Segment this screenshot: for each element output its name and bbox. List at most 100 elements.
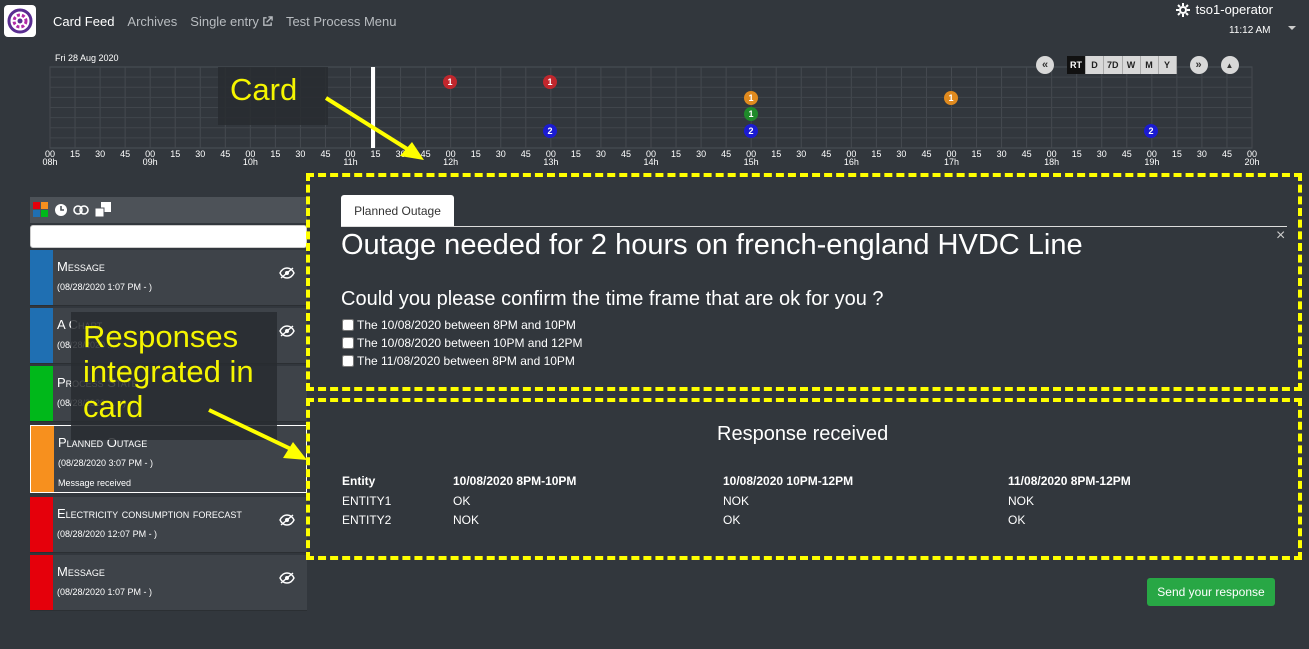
timeline-bubble[interactable]: 2 [543,124,557,138]
timeline-bubble[interactable]: 2 [744,124,758,138]
zoom-m[interactable]: M [1140,56,1159,74]
timeline-tick-label: 00 08h [39,150,61,167]
timeline-tick-label: 30 [195,149,206,159]
severity-stripe [30,366,53,421]
hide-card-icon[interactable] [279,571,295,589]
table-cell: OK [723,513,741,527]
timeline-tick-label: 45 [520,149,531,159]
hide-card-icon[interactable] [279,324,295,342]
table-cell: ENTITY2 [342,513,392,527]
timeline-tick-label: 00 16h [840,150,862,167]
timeline-tick-label: 15 [671,149,682,159]
timeline-tick-label: 15 [270,149,281,159]
tick-hour: 16h [843,157,859,167]
timeline-bubble[interactable]: 1 [744,91,758,105]
timeline-tick-label: 45 [120,149,131,159]
card-item-date: (08/28/2020 1:07 PM - ) [57,282,153,292]
send-response-button[interactable]: Send your response [1147,578,1275,606]
timeline-controls: « RT D 7D W M Y » ▲ [1036,56,1239,74]
timeline-bubble[interactable]: 1 [944,91,958,105]
timeline-tick-label: 30 [495,149,506,159]
timeline-bubble[interactable]: 1 [443,75,457,89]
timeline-tick-label: 30 [696,149,707,159]
tick-hour: 20h [1244,157,1260,167]
timeline-bubble[interactable]: 1 [744,107,758,121]
tick-hour: 13h [543,157,559,167]
option-checkbox[interactable] [342,319,354,331]
annotation-arrow-icon [208,408,307,460]
zoom-w[interactable]: W [1122,56,1141,74]
timeline-tick-label: 00 13h [540,150,562,167]
hide-card-icon[interactable] [279,266,295,284]
timeline-tick-label: 30 [1096,149,1107,159]
timeline-tick-label: 30 [996,149,1007,159]
timeline-axis: 00 08h 15 30 45 00 09h 15 30 45 00 10h 15 30 45 00 11h 15… [0,150,1309,170]
timeline-tick-label: 45 [220,149,231,159]
tab-planned-outage[interactable]: Planned Outage [341,195,454,227]
card-item-status: Message received [58,478,132,488]
option-item[interactable]: The 10/08/2020 between 10PM and 12PM [342,336,583,350]
option-checkbox[interactable] [342,337,354,349]
tab-divider [341,226,1287,227]
collapse-up-icon[interactable]: ▲ [1220,56,1239,74]
severity-stripe [31,426,54,492]
table-cell: OK [453,494,471,508]
zoom-rt[interactable]: RT [1067,56,1086,74]
card-item-date: (08/28/2020 1:07 PM - ) [57,587,153,597]
zoom-y[interactable]: Y [1158,56,1177,74]
table-cell: 10/08/2020 8PM-10PM [453,474,577,488]
table-cell: 11/08/2020 8PM-12PM [1008,474,1131,488]
tick-hour: 08h [42,157,58,167]
timeline-tick-label: 30 [1196,149,1207,159]
zoom-d[interactable]: D [1086,56,1104,74]
tick-hour: 17h [943,157,960,167]
card-item-date: (08/28/2020 12:07 PM - ) [57,529,158,539]
timeline-tick-label: 15 [470,149,481,159]
rewind-icon[interactable]: « [1036,56,1054,74]
hide-card-icon[interactable] [279,513,295,531]
timeline-tick-label: 15 [871,149,882,159]
timeline-tick-label: 15 [70,149,81,159]
card-item-title: Message [57,259,105,274]
card-item-date: (08/28/2020 3:07 PM - ) [58,458,154,468]
timeline-tick-label: 45 [1121,149,1132,159]
toggle-icon[interactable] [73,203,89,217]
timeline-tick-label: 15 [771,149,782,159]
timeline-tick-label: 45 [620,149,631,159]
card-item[interactable]: Message (08/28/2020 1:07 PM - ) [30,250,307,306]
timeline-tick-label: 00 20h [1241,150,1263,167]
sort-icon[interactable] [94,202,112,218]
tick-hour: 12h [443,157,459,167]
timeline-tick-label: 30 [796,149,807,159]
timeline-tick-label: 00 12h [440,150,462,167]
card-item[interactable]: Electricity consumption forecast (08/28/2… [30,497,307,553]
close-icon[interactable]: × [1276,227,1285,245]
option-item[interactable]: The 11/08/2020 between 8PM and 10PM [342,354,575,368]
search-input[interactable] [30,225,307,248]
tick-hour: 19h [1144,157,1160,167]
table-cell: 10/08/2020 10PM-12PM [723,474,854,488]
timeline-tick-label: 00 09h [139,150,161,167]
timeline-grid [49,66,1253,149]
card-question: Could you please confirm the time frame … [341,288,884,310]
timeline-bubble[interactable]: 2 [1144,124,1158,138]
card-item[interactable]: Message (08/28/2020 1:07 PM - ) [30,555,307,611]
clock-icon[interactable] [54,203,68,217]
zoom-selector: RT D 7D W M Y [1067,56,1177,74]
tick-hour: 14h [643,157,659,167]
annotation-responses-line: integrated in [83,354,254,389]
option-label: The 10/08/2020 between 8PM and 10PM [357,318,576,332]
priority-filter-icon[interactable] [33,202,49,218]
fast-forward-icon[interactable]: » [1189,56,1208,74]
timeline-tick-label: 00 17h [941,150,963,167]
table-cell: NOK [453,513,480,527]
tick-hour: 15h [743,157,759,167]
option-checkbox[interactable] [342,355,354,367]
timeline-bubble[interactable]: 1 [543,75,557,89]
timeline-tick-label: 30 [95,149,106,159]
table-cell: OK [1008,513,1026,527]
option-item[interactable]: The 10/08/2020 between 8PM and 10PM [342,318,576,332]
timeline-tick-label: 15 [971,149,982,159]
zoom-7d[interactable]: 7D [1104,56,1123,74]
table-cell: Entity [342,474,376,488]
